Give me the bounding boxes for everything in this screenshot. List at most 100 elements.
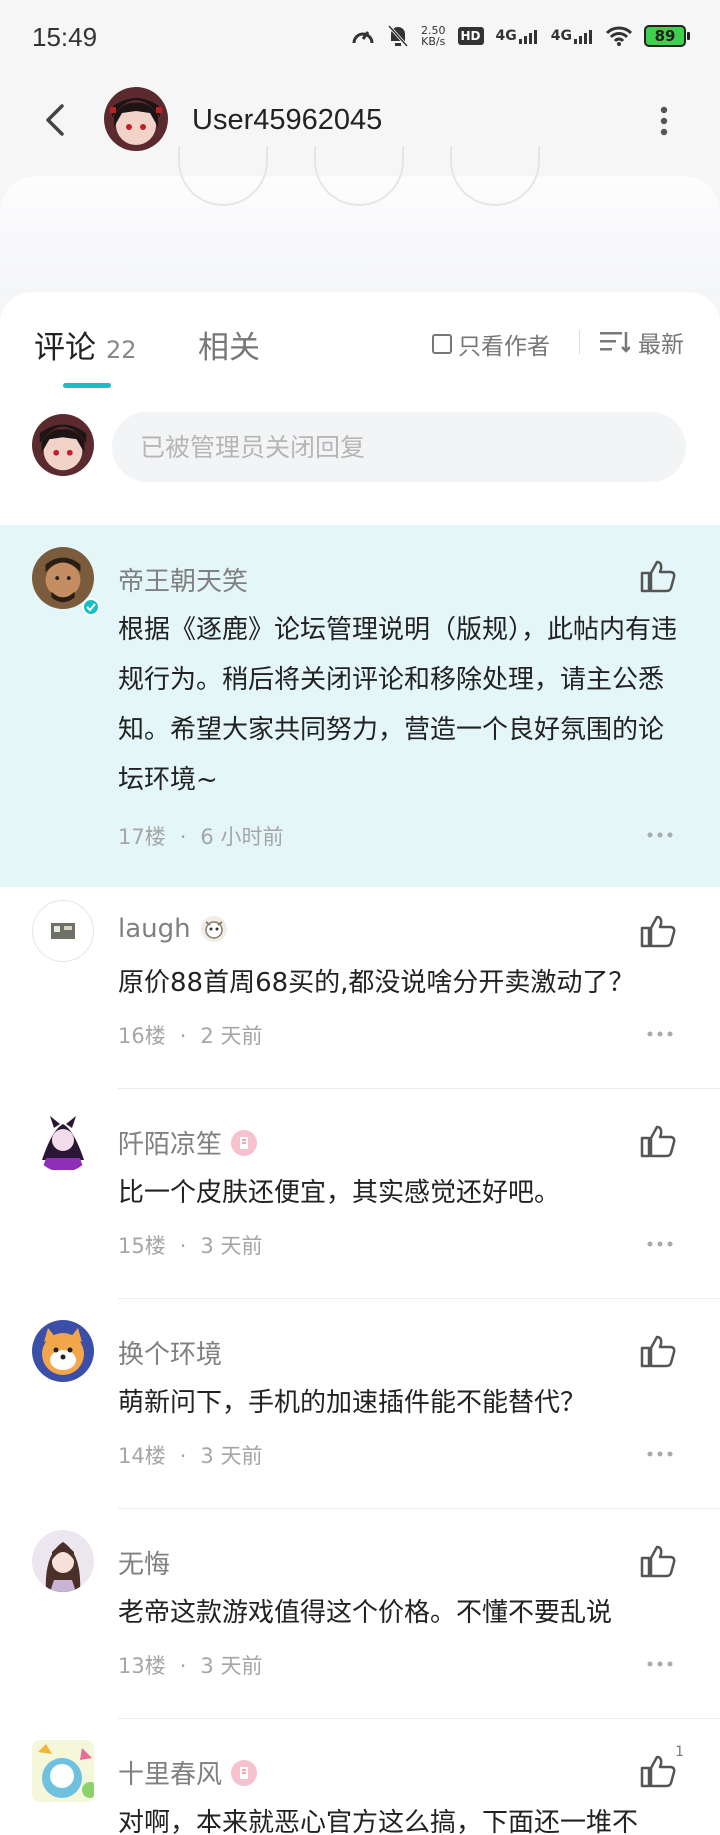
tab-comments[interactable]: 评论 22 <box>34 322 137 367</box>
net-type-1: 4G <box>495 28 517 44</box>
comment-divider <box>118 1508 720 1509</box>
more-horizontal-icon[interactable] <box>646 1660 674 1668</box>
only-author-toggle[interactable]: 只看作者 <box>432 327 550 361</box>
comment-item: 换个环境 萌新问下，手机的加速插件能不能替代？ 14楼 · 3 天前 <box>0 1310 720 1520</box>
comment-meta: 13楼 · 3 天前 <box>118 1654 263 1678</box>
commenter-name-text: 帝王朝天笑 <box>118 567 249 597</box>
commenter-name[interactable]: 帝王朝天笑 <box>118 561 248 598</box>
header-username: User45962045 <box>192 104 383 136</box>
user-avatar[interactable] <box>104 87 168 151</box>
tab-comments-count: 22 <box>106 336 137 364</box>
comment-divider <box>118 1088 720 1089</box>
thumbs-up-icon[interactable] <box>640 914 676 948</box>
more-horizontal-icon[interactable] <box>646 1240 674 1248</box>
signal-bars-icon <box>574 30 592 44</box>
thumbs-up-icon[interactable] <box>640 1544 676 1578</box>
comment-meta: 17楼 · 6 小时前 <box>118 825 284 849</box>
sort-icon <box>600 332 630 353</box>
comment-text: 原价88首周68买的,都没说啥分开卖激动了？ <box>118 968 635 998</box>
comment-time: 3 天前 <box>200 1654 263 1678</box>
user-badge-icon <box>200 916 227 942</box>
checkbox-icon <box>432 334 452 354</box>
comment-text: 对啊，本来就恶心官方这么搞，下面还一堆不 <box>118 1808 639 1835</box>
status-icons: 2.50 KB/s HD 4G 4G 89 <box>351 24 690 48</box>
commenter-avatar[interactable] <box>32 900 94 962</box>
comments-panel: 评论 22 相关 只看作者 最新 帝王朝天笑 根据《逐鹿》论坛管理说明（版规），此… <box>0 292 720 1835</box>
comment-time: 2 天前 <box>200 1024 263 1048</box>
only-author-label: 只看作者 <box>458 334 550 360</box>
more-horizontal-icon[interactable] <box>646 1450 674 1458</box>
post-action-band <box>0 146 720 296</box>
thumbs-up-icon[interactable] <box>640 559 676 593</box>
wifi-icon <box>606 26 632 46</box>
reply-row <box>0 404 720 484</box>
commenter-name[interactable]: 无悔 <box>118 1544 170 1581</box>
commenter-name-text: laugh <box>118 914 191 944</box>
verified-badge-icon <box>82 598 100 616</box>
comment-tabs: 评论 22 相关 只看作者 最新 <box>0 292 720 392</box>
sort-label: 最新 <box>638 332 684 358</box>
comment-item: 十里春风 1 对啊，本来就恶心官方这么搞，下面还一堆不 <box>0 1730 720 1835</box>
comment-item: 无悔 老帝这款游戏值得这个价格。不懂不要乱说 13楼 · 3 天前 <box>0 1520 720 1730</box>
thumbs-up-icon[interactable] <box>640 1124 676 1158</box>
speedometer-icon <box>352 31 374 44</box>
level-badge-icon <box>231 1129 258 1156</box>
hd-icon: HD <box>457 27 484 45</box>
commenter-avatar[interactable] <box>32 1320 94 1382</box>
back-arrow-icon[interactable] <box>36 100 76 140</box>
active-tab-indicator <box>63 383 111 388</box>
commenter-name[interactable]: 阡陌凉笙 <box>118 1124 258 1161</box>
comment-floor: 14楼 <box>118 1444 166 1468</box>
comment-item: laugh 原价88首周68买的,都没说啥分开卖激动了？ 16楼 · 2 天前 <box>0 890 720 1100</box>
more-horizontal-icon[interactable] <box>646 1030 674 1038</box>
tab-related[interactable]: 相关 <box>198 322 260 367</box>
action-circle-3 <box>450 146 540 206</box>
net-speed-unit: KB/s <box>421 35 446 48</box>
comment-floor: 17楼 <box>118 825 166 849</box>
more-horizontal-icon[interactable] <box>646 831 674 839</box>
commenter-avatar[interactable] <box>32 1740 94 1802</box>
signal-4g-2: 4G <box>551 28 594 44</box>
commenter-name[interactable]: 十里春风 <box>118 1754 258 1791</box>
net-type-2: 4G <box>550 28 572 44</box>
comment-meta: 14楼 · 3 天前 <box>118 1444 263 1468</box>
comment-floor: 15楼 <box>118 1234 166 1258</box>
like-count: 1 <box>675 1744 684 1760</box>
comment-item-pinned: 帝王朝天笑 根据《逐鹿》论坛管理说明（版规），此帖内有违规行为。稍后将关闭评论和… <box>0 525 720 887</box>
tab-comments-label: 评论 <box>34 330 96 366</box>
my-avatar <box>32 414 94 476</box>
mute-bell-icon <box>387 24 409 48</box>
comment-time: 3 天前 <box>200 1234 263 1258</box>
comment-meta: 15楼 · 3 天前 <box>118 1234 263 1258</box>
comment-text: 根据《逐鹿》论坛管理说明（版规），此帖内有违规行为。稍后将关闭评论和移除处理，请… <box>118 615 678 795</box>
sort-button[interactable]: 最新 <box>600 325 684 359</box>
reply-input[interactable] <box>112 412 686 482</box>
thumbs-up-icon[interactable] <box>640 1334 676 1368</box>
comment-text: 老帝这款游戏值得这个价格。不懂不要乱说 <box>118 1598 613 1628</box>
commenter-name-text: 无悔 <box>118 1550 171 1580</box>
commenter-name-text: 阡陌凉笙 <box>118 1130 223 1160</box>
comment-item: 阡陌凉笙 比一个皮肤还便宜，其实感觉还好吧。 15楼 · 3 天前 <box>0 1100 720 1310</box>
thumbs-up-icon[interactable] <box>640 1754 676 1788</box>
comment-divider <box>118 1298 720 1299</box>
more-vertical-icon[interactable] <box>660 106 668 136</box>
signal-bars-icon <box>518 30 537 44</box>
comment-text: 比一个皮肤还便宜，其实感觉还好吧。 <box>118 1178 561 1208</box>
comment-text: 萌新问下，手机的加速插件能不能替代？ <box>118 1388 587 1418</box>
battery-indicator: 89 <box>644 25 690 47</box>
commenter-name[interactable]: laugh <box>118 914 229 944</box>
commenter-avatar[interactable] <box>32 1530 94 1592</box>
comment-floor: 13楼 <box>118 1654 166 1678</box>
status-bar: 15:49 2.50 KB/s HD 4G 4G 89 <box>0 0 720 80</box>
net-speed: 2.50 KB/s <box>421 25 446 47</box>
commenter-name-text: 换个环境 <box>118 1340 223 1370</box>
comment-meta: 16楼 · 2 天前 <box>118 1024 263 1048</box>
commenter-name[interactable]: 换个环境 <box>118 1334 222 1371</box>
action-circle-1 <box>178 146 268 206</box>
status-time: 15:49 <box>32 22 98 52</box>
comment-divider <box>118 1718 720 1719</box>
comment-floor: 16楼 <box>118 1024 166 1048</box>
commenter-name-text: 十里春风 <box>118 1760 223 1790</box>
tab-divider <box>579 330 580 354</box>
commenter-avatar[interactable] <box>32 1110 94 1172</box>
